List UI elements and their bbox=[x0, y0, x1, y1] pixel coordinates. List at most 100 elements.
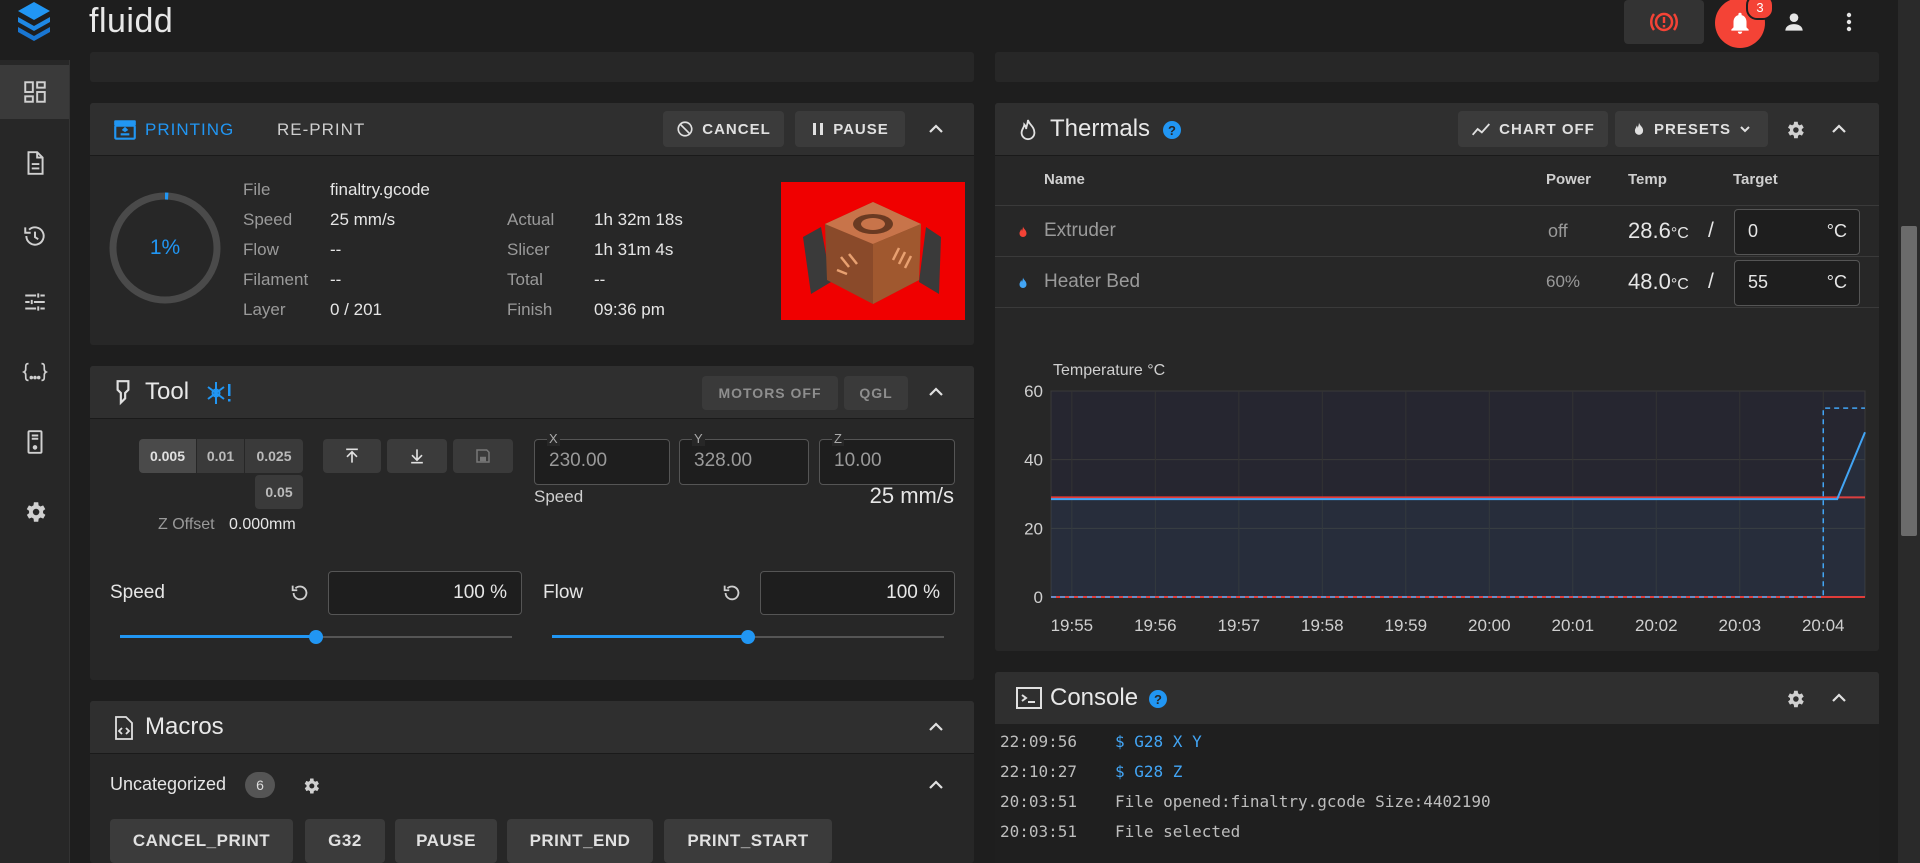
console-line: $ G28 Z bbox=[1115, 762, 1183, 781]
save-z-offset-button[interactable] bbox=[453, 439, 513, 473]
flow-slider-thumb[interactable] bbox=[741, 630, 755, 644]
reset-speed-icon[interactable] bbox=[289, 582, 311, 604]
table-row[interactable]: Extruder off 28.6°C / 0 °C bbox=[995, 206, 1879, 256]
flow-factor-input[interactable]: 100 % bbox=[760, 571, 955, 615]
filament-value: -- bbox=[330, 270, 342, 289]
step-value: 0.01 bbox=[206, 448, 235, 464]
gear-icon[interactable] bbox=[301, 776, 321, 796]
fire-icon bbox=[1019, 226, 1027, 237]
fluidd-logo-icon[interactable] bbox=[14, 0, 54, 44]
printer-device-icon bbox=[27, 430, 42, 454]
slicer-time-label: Slicer bbox=[507, 240, 550, 259]
tab-reprint[interactable]: RE-PRINT bbox=[277, 120, 365, 140]
motors-off-button[interactable]: MOTORS OFF bbox=[702, 376, 838, 410]
thermals-card-header: Thermals ? CHART OFF PRESETS bbox=[995, 103, 1879, 156]
column-header-power: Power bbox=[1546, 171, 1592, 188]
speed-factor-input[interactable]: 100 % bbox=[328, 571, 522, 615]
macro-button[interactable]: PRINT_END bbox=[507, 819, 653, 863]
nav-history[interactable] bbox=[0, 209, 69, 263]
nav-files[interactable] bbox=[0, 136, 69, 190]
speed-slider-thumb[interactable] bbox=[309, 630, 323, 644]
pause-print-button[interactable]: PAUSE bbox=[795, 111, 905, 147]
nav-configuration[interactable] bbox=[0, 345, 69, 399]
file-code-icon bbox=[115, 716, 133, 740]
column-header-target: Target bbox=[1733, 171, 1778, 188]
step-button[interactable]: 0.025 bbox=[245, 439, 303, 473]
flow-value: -- bbox=[330, 240, 342, 259]
fire-icon bbox=[1020, 119, 1036, 141]
presets-button[interactable]: PRESETS bbox=[1615, 111, 1768, 147]
printing-card: PRINTING RE-PRINT CANCEL PAUSE 1% File f… bbox=[90, 103, 974, 345]
tune-icon bbox=[24, 293, 45, 311]
collapse-chevron-icon[interactable] bbox=[924, 380, 948, 404]
step-value: 0.05 bbox=[265, 484, 293, 500]
tab-printing[interactable]: PRINTING bbox=[145, 120, 234, 140]
collapse-chevron-icon[interactable] bbox=[1827, 117, 1851, 141]
console-timestamp: 22:09:56 bbox=[1000, 732, 1078, 751]
page-scrollbar-thumb[interactable] bbox=[1901, 226, 1917, 536]
z-offset-up-button[interactable] bbox=[323, 439, 381, 473]
table-row[interactable]: Heater Bed 60% 48.0°C / 55 °C bbox=[995, 257, 1879, 307]
pause-print-label: PAUSE bbox=[833, 120, 889, 138]
x-position-field[interactable]: X 230.00 bbox=[534, 431, 670, 485]
macro-button[interactable]: CANCEL_PRINT bbox=[110, 819, 293, 863]
tool-card-title: Tool bbox=[145, 378, 190, 405]
app-title: fluidd bbox=[89, 2, 174, 40]
console-output[interactable]: 22:09:56 $ G28 X Y 22:10:27 $ G28 Z 20:0… bbox=[995, 724, 1879, 863]
more-menu-button[interactable] bbox=[1834, 4, 1864, 40]
collapse-chevron-icon[interactable] bbox=[924, 715, 948, 739]
help-icon[interactable]: ? bbox=[1162, 120, 1182, 140]
gear-icon[interactable] bbox=[1784, 688, 1806, 710]
filament-label: Filament bbox=[243, 270, 309, 289]
macro-button[interactable]: G32 bbox=[305, 819, 385, 863]
fire-icon bbox=[1019, 277, 1027, 288]
heater-target-input[interactable]: 0 °C bbox=[1734, 209, 1860, 255]
svg-text:?: ? bbox=[1168, 123, 1176, 138]
x-tick-label: 19:56 bbox=[1134, 616, 1177, 635]
reset-flow-icon[interactable] bbox=[721, 582, 743, 604]
flow-factor-label: Flow bbox=[543, 582, 584, 603]
emergency-stop-button[interactable] bbox=[1624, 0, 1704, 44]
nav-dashboard[interactable] bbox=[0, 65, 69, 119]
console-line: $ G28 X Y bbox=[1115, 732, 1202, 751]
heater-temp: 28.6°C bbox=[1628, 218, 1689, 244]
nav-tune[interactable] bbox=[0, 275, 69, 329]
step-button[interactable]: 0.05 bbox=[255, 475, 303, 509]
macro-label: CANCEL_PRINT bbox=[132, 831, 271, 850]
svg-text:?: ? bbox=[1154, 692, 1162, 707]
code-braces-icon bbox=[21, 362, 48, 382]
cancel-print-button[interactable]: CANCEL bbox=[663, 111, 784, 147]
nav-system[interactable] bbox=[0, 415, 69, 469]
collapse-category-chevron-icon[interactable] bbox=[924, 773, 948, 797]
total-time-value: -- bbox=[594, 270, 606, 289]
gear-icon[interactable] bbox=[1784, 119, 1806, 141]
temperature-chart[interactable]: 0 20 40 60 19:55 19:56 19:57 19:58 19:59 20:00 20:… bbox=[995, 315, 1879, 651]
heater-power: 60% bbox=[1546, 272, 1581, 291]
file-icon bbox=[27, 151, 44, 175]
y-position-field[interactable]: Y 328.00 bbox=[679, 431, 809, 485]
z-offset-down-button[interactable] bbox=[387, 439, 447, 473]
column-header-name: Name bbox=[1044, 171, 1085, 188]
user-button[interactable] bbox=[1778, 4, 1810, 40]
speed-value: 25 mm/s bbox=[330, 210, 396, 229]
console-timestamp: 20:03:51 bbox=[1000, 792, 1078, 811]
z-position-field[interactable]: Z 10.00 bbox=[819, 431, 955, 485]
step-button[interactable]: 0.005 bbox=[139, 439, 196, 473]
macro-button[interactable]: PAUSE bbox=[395, 819, 497, 863]
file-label: File bbox=[243, 180, 271, 199]
chart-off-button[interactable]: CHART OFF bbox=[1458, 111, 1608, 147]
step-button[interactable]: 0.01 bbox=[197, 439, 244, 473]
nav-settings[interactable] bbox=[0, 485, 69, 539]
collapse-chevron-icon[interactable] bbox=[924, 117, 948, 141]
divider bbox=[995, 307, 1879, 308]
heater-target-input[interactable]: 55 °C bbox=[1734, 260, 1860, 306]
console-line: File opened:finaltry.gcode Size:4402190 bbox=[1115, 792, 1491, 811]
navigation-sidebar bbox=[0, 60, 70, 863]
macros-card: Macros Uncategorized 6 CANCEL_PRINT G32 … bbox=[90, 701, 974, 863]
qgl-button[interactable]: QGL bbox=[844, 376, 908, 410]
print-progress-text: 1% bbox=[149, 236, 181, 259]
collapse-chevron-icon[interactable] bbox=[1827, 686, 1851, 710]
help-icon[interactable]: ? bbox=[1148, 689, 1168, 709]
macro-button[interactable]: PRINT_START bbox=[664, 819, 832, 863]
macro-category-label[interactable]: Uncategorized bbox=[110, 774, 226, 795]
